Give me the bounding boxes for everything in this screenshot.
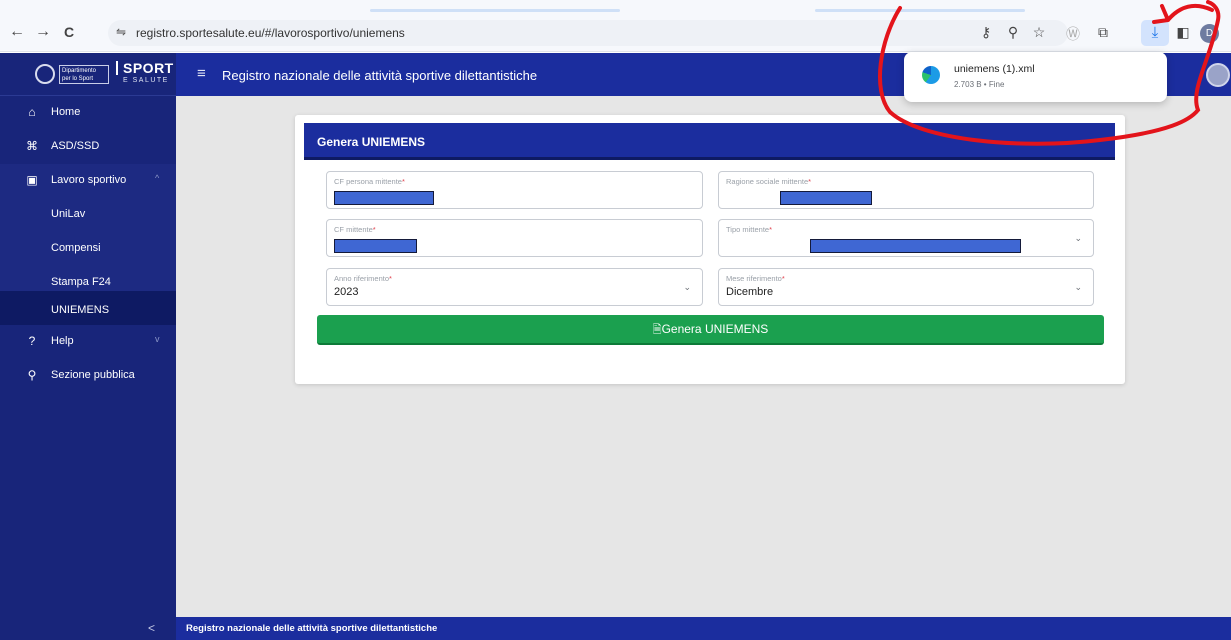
department-label: Dipartimento per lo Sport	[59, 65, 109, 84]
field-label: CF mittente*	[334, 225, 376, 234]
brand-salute: E SALUTE	[123, 77, 169, 84]
address-bar[interactable]: ⇋ registro.sportesalute.eu/#/lavorosport…	[108, 20, 1068, 46]
sidebar-item-help[interactable]: ? Help v	[0, 325, 176, 359]
footer: Registro nazionale delle attività sporti…	[176, 617, 1231, 640]
download-file-name[interactable]: uniemens (1).xml	[954, 63, 1035, 75]
download-icon[interactable]: ⤓	[1141, 20, 1169, 46]
anno-riferimento-select[interactable]: Anno riferimento* 2023 ⌄	[326, 268, 703, 306]
sidebar-item-unilav[interactable]: UniLav	[0, 198, 176, 232]
screen: ← → C ⇋ registro.sportesalute.eu/#/lavor…	[0, 0, 1231, 640]
field-label: Tipo mittente*	[726, 225, 772, 234]
reload-icon[interactable]: C	[59, 22, 79, 42]
brand-sport: SPORT	[116, 61, 174, 75]
sidebar-item-lavoro-sportivo[interactable]: ▣ Lavoro sportivo ^	[0, 164, 176, 198]
required-mark: *	[808, 177, 812, 186]
browser-toolbar: ← → C ⇋ registro.sportesalute.eu/#/lavor…	[0, 0, 1231, 52]
field-label-text: CF persona mittente	[334, 177, 402, 186]
key-icon[interactable]: ⚷	[976, 24, 996, 41]
star-icon[interactable]: ☆	[1029, 24, 1049, 41]
site-info-icon[interactable]: ⇋	[116, 25, 126, 39]
card-header: Genera UNIEMENS	[304, 123, 1115, 160]
url-text[interactable]: registro.sportesalute.eu/#/lavorosportiv…	[136, 26, 405, 40]
sidebar: Dipartimento per lo Sport SPORT E SALUTE…	[0, 53, 176, 640]
genera-uniemens-button[interactable]: 🗎Genera UNIEMENS	[317, 315, 1104, 345]
redacted-value	[334, 239, 417, 253]
redacted-value	[334, 191, 434, 205]
collapse-sidebar-icon[interactable]: <	[148, 621, 155, 635]
field-label: CF persona mittente*	[334, 177, 405, 186]
chevron-down-icon: v	[155, 334, 160, 344]
chevron-down-icon: ⌄	[1074, 282, 1082, 292]
sidebar-item-label: ASD/SSD	[51, 140, 100, 152]
sidebar-item-compensi[interactable]: Compensi	[0, 232, 176, 266]
avatar[interactable]	[1206, 63, 1230, 87]
search-icon: ⚲	[27, 368, 37, 382]
mese-value: Dicembre	[726, 286, 774, 298]
required-mark: *	[389, 274, 392, 283]
emblem-icon	[35, 64, 55, 84]
field-label-text: CF mittente	[334, 225, 373, 234]
side-panel-icon[interactable]: ◧	[1173, 24, 1193, 41]
sidebar-item-label: UniLav	[51, 208, 86, 220]
forward-icon[interactable]: →	[33, 22, 53, 42]
zoom-icon[interactable]: ⚲	[1003, 24, 1023, 41]
question-icon: ?	[28, 334, 36, 348]
mese-riferimento-select[interactable]: Mese riferimento* Dicembre ⌄	[718, 268, 1094, 306]
field-label: Ragione sociale mittente*	[726, 177, 811, 186]
field-label-text: Anno riferimento	[334, 274, 390, 283]
sidebar-item-sezione-pubblica[interactable]: ⚲ Sezione pubblica	[0, 359, 176, 393]
download-file-meta: 2.703 B • Fine	[954, 80, 1005, 89]
footer-text: Registro nazionale delle attività sporti…	[186, 623, 438, 634]
redacted-value	[780, 191, 872, 205]
required-mark: *	[401, 177, 405, 186]
download-popup[interactable]: uniemens (1).xml 2.703 B • Fine	[904, 52, 1167, 102]
sidebar-item-uniemens[interactable]: UNIEMENS	[0, 291, 176, 325]
page-title: Registro nazionale delle attività sporti…	[222, 68, 538, 83]
ragione-sociale-mittente-field[interactable]: Ragione sociale mittente*	[718, 171, 1094, 209]
download-glyph: ⤓	[1151, 24, 1159, 41]
field-label-text: Mese riferimento	[726, 274, 782, 283]
file-icon: 🗎	[652, 324, 662, 336]
sidebar-item-asd-ssd[interactable]: ⌘ ASD/SSD	[0, 130, 176, 164]
uniemens-card: Genera UNIEMENS CF persona mittente* Rag…	[295, 115, 1125, 384]
sitemap-icon: ⌘	[26, 139, 38, 153]
cf-mittente-field[interactable]: CF mittente*	[326, 219, 703, 257]
chevron-up-icon: ^	[155, 173, 160, 183]
cf-persona-mittente-field[interactable]: CF persona mittente*	[326, 171, 703, 209]
sidebar-item-label: Help	[51, 335, 74, 347]
extensions-icon[interactable]: ⧉	[1093, 24, 1113, 41]
menu-icon[interactable]: ≡	[197, 65, 206, 82]
main-content: Genera UNIEMENS CF persona mittente* Rag…	[176, 96, 1231, 617]
brand-logo[interactable]: Dipartimento per lo Sport SPORT E SALUTE	[0, 53, 176, 96]
sidebar-item-label: Compensi	[51, 242, 101, 254]
chevron-down-icon: ⌄	[683, 282, 691, 292]
button-label: Genera UNIEMENS	[661, 322, 769, 336]
required-mark: *	[769, 225, 772, 234]
extension-w-icon[interactable]: Ⓦ	[1063, 24, 1083, 44]
field-label-text: Ragione sociale mittente	[726, 177, 809, 186]
sidebar-item-home[interactable]: ⌂ Home	[0, 96, 176, 130]
sidebar-item-label: UNIEMENS	[51, 304, 110, 316]
edge-icon	[922, 66, 940, 84]
sidebar-item-label: Stampa F24	[51, 276, 111, 288]
profile-avatar[interactable]: D	[1200, 24, 1219, 43]
field-label: Mese riferimento*	[726, 274, 785, 283]
tipo-mittente-select[interactable]: Tipo mittente* ⌄	[718, 219, 1094, 257]
sidebar-item-label: Home	[51, 106, 81, 118]
home-icon: ⌂	[28, 105, 36, 119]
anno-value: 2023	[334, 286, 359, 298]
sidebar-item-label: Lavoro sportivo	[51, 174, 127, 186]
card-title: Genera UNIEMENS	[317, 135, 426, 149]
back-icon[interactable]: ←	[7, 22, 27, 42]
tab-indicator	[815, 9, 1025, 12]
sidebar-item-label: Sezione pubblica	[51, 369, 135, 381]
field-label-text: Tipo mittente	[726, 225, 770, 234]
redacted-value	[810, 239, 1021, 253]
required-mark: *	[372, 225, 376, 234]
required-mark: *	[781, 274, 785, 283]
tab-indicator	[370, 9, 620, 12]
field-label: Anno riferimento*	[334, 274, 392, 283]
briefcase-icon: ▣	[26, 173, 38, 187]
chevron-down-icon: ⌄	[1074, 233, 1082, 243]
